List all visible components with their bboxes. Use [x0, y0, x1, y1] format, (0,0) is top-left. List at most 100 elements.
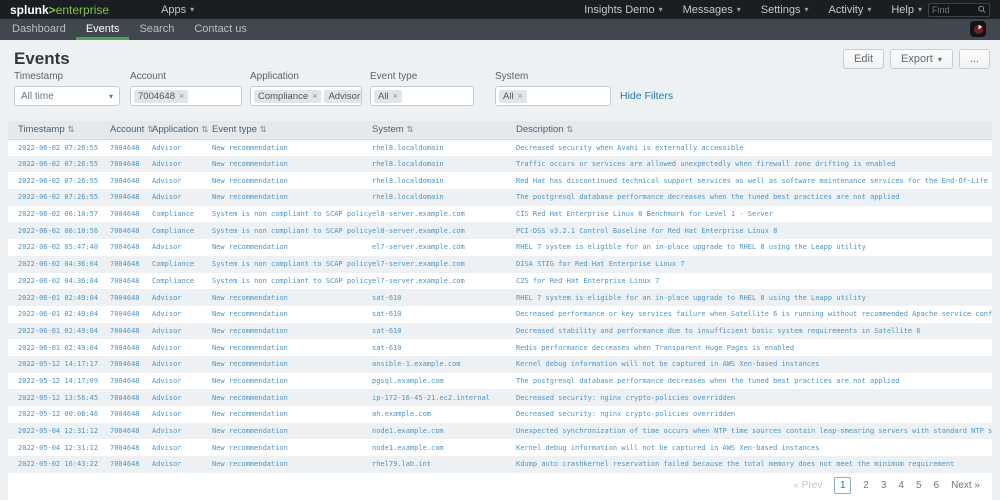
cell-account[interactable]: 7004648 — [110, 456, 152, 473]
cell-application[interactable]: Advisor — [152, 323, 212, 340]
cell-timestamp[interactable]: 2022-06-02 07:26:55 — [8, 172, 110, 189]
cell-application[interactable]: Advisor — [152, 156, 212, 173]
export-button[interactable]: Export▾ — [890, 49, 953, 69]
cell-application[interactable]: Compliance — [152, 222, 212, 239]
cell-description[interactable]: Kernel debug information will not be cap… — [516, 439, 992, 456]
cell-application[interactable]: Advisor — [152, 389, 212, 406]
pagination-next[interactable]: Next » — [951, 480, 980, 491]
cell-event-type[interactable]: New recommendation — [212, 172, 372, 189]
menu-settings[interactable]: Settings▾ — [761, 4, 809, 16]
timestamp-select[interactable]: All time ▾ — [14, 86, 120, 106]
cell-description[interactable]: C2S for Red Hat Enterprise Linux 7 — [516, 273, 992, 290]
cell-application[interactable]: Advisor — [152, 189, 212, 206]
application-input[interactable]: Compliance×Advisor× — [250, 86, 362, 106]
cell-account[interactable]: 7004648 — [110, 239, 152, 256]
pagination-page-3[interactable]: 3 — [881, 480, 887, 491]
cell-account[interactable]: 7004648 — [110, 156, 152, 173]
cell-timestamp[interactable]: 2022-06-02 07:26:55 — [8, 189, 110, 206]
cell-system[interactable]: sat-610 — [372, 289, 516, 306]
cell-timestamp[interactable]: 2022-06-01 02:49:04 — [8, 323, 110, 340]
cell-event-type[interactable]: New recommendation — [212, 156, 372, 173]
cell-application[interactable]: Compliance — [152, 256, 212, 273]
cell-account[interactable]: 7004648 — [110, 356, 152, 373]
cell-event-type[interactable]: New recommendation — [212, 356, 372, 373]
splunk-logo[interactable]: splunk>enterprise — [10, 3, 109, 17]
cell-system[interactable]: ip-172-16-45-21.ec2.internal — [372, 389, 516, 406]
column-header-description[interactable]: Description⇅ — [516, 121, 992, 139]
cell-event-type[interactable]: New recommendation — [212, 406, 372, 423]
cell-system[interactable]: el7-server.example.com — [372, 273, 516, 290]
column-header-system[interactable]: System⇅ — [372, 121, 516, 139]
column-header-event-type[interactable]: Event type⇅ — [212, 121, 372, 139]
cell-description[interactable]: The postgresql database performance decr… — [516, 373, 992, 390]
cell-system[interactable]: sat-610 — [372, 323, 516, 340]
cell-system[interactable]: node1.example.com — [372, 423, 516, 440]
cell-description[interactable]: Red Hat has discontinued technical suppo… — [516, 172, 992, 189]
cell-event-type[interactable]: New recommendation — [212, 189, 372, 206]
cell-system[interactable]: pgsql.example.com — [372, 373, 516, 390]
cell-timestamp[interactable]: 2022-06-01 02:49:04 — [8, 289, 110, 306]
cell-system[interactable]: rhel8.localdomain — [372, 139, 516, 156]
menu-messages[interactable]: Messages▾ — [683, 4, 741, 16]
filter-tag-7004648[interactable]: 7004648× — [134, 90, 188, 103]
filter-tag-compliance[interactable]: Compliance× — [254, 90, 321, 103]
cell-application[interactable]: Advisor — [152, 406, 212, 423]
cell-account[interactable]: 7004648 — [110, 206, 152, 223]
close-icon[interactable]: × — [518, 91, 523, 101]
cell-application[interactable]: Advisor — [152, 339, 212, 356]
cell-application[interactable]: Advisor — [152, 289, 212, 306]
cell-application[interactable]: Advisor — [152, 139, 212, 156]
cell-event-type[interactable]: New recommendation — [212, 339, 372, 356]
cell-application[interactable]: Advisor — [152, 423, 212, 440]
menu-help[interactable]: Help▾ — [891, 4, 922, 16]
cell-account[interactable]: 7004648 — [110, 406, 152, 423]
cell-description[interactable]: Decreased performance or key services fa… — [516, 306, 992, 323]
cell-application[interactable]: Advisor — [152, 306, 212, 323]
pagination-page-4[interactable]: 4 — [898, 480, 904, 491]
cell-system[interactable]: el7-server.example.com — [372, 256, 516, 273]
cell-account[interactable]: 7004648 — [110, 222, 152, 239]
cell-description[interactable]: DISA STIG for Red Hat Enterprise Linux 7 — [516, 256, 992, 273]
cell-description[interactable]: Unexpected synchronization of time occur… — [516, 423, 992, 440]
cell-event-type[interactable]: New recommendation — [212, 456, 372, 473]
pagination-page-5[interactable]: 5 — [916, 480, 922, 491]
menu-insights-demo[interactable]: Insights Demo▾ — [584, 4, 662, 16]
cell-account[interactable]: 7004648 — [110, 423, 152, 440]
cell-description[interactable]: Decreased security: nginx crypto-policie… — [516, 406, 992, 423]
cell-timestamp[interactable]: 2022-05-12 14:17:17 — [8, 356, 110, 373]
cell-system[interactable]: node1.example.com — [372, 439, 516, 456]
tab-events[interactable]: Events — [76, 19, 130, 40]
cell-application[interactable]: Advisor — [152, 373, 212, 390]
tab-search[interactable]: Search — [129, 19, 184, 40]
cell-description[interactable]: Traffic occurs or services are allowed u… — [516, 156, 992, 173]
cell-description[interactable]: Redis performance decreases when Transpa… — [516, 339, 992, 356]
cell-application[interactable]: Advisor — [152, 456, 212, 473]
cell-event-type[interactable]: System is non compliant to SCAP policy — [212, 222, 372, 239]
cell-account[interactable]: 7004648 — [110, 139, 152, 156]
cell-timestamp[interactable]: 2022-06-02 05:47:40 — [8, 239, 110, 256]
cell-description[interactable]: CIS Red Hat Enterprise Linux 8 Benchmark… — [516, 206, 992, 223]
cell-application[interactable]: Compliance — [152, 206, 212, 223]
cell-system[interactable]: rhel8.localdomain — [372, 189, 516, 206]
cell-system[interactable]: rhel79.lab.int — [372, 456, 516, 473]
cell-account[interactable]: 7004648 — [110, 373, 152, 390]
cell-event-type[interactable]: New recommendation — [212, 323, 372, 340]
cell-event-type[interactable]: New recommendation — [212, 423, 372, 440]
filter-tag-all[interactable]: All× — [499, 90, 527, 103]
cell-system[interactable]: sat-610 — [372, 339, 516, 356]
hide-filters-link[interactable]: Hide Filters — [620, 90, 673, 102]
cell-timestamp[interactable]: 2022-06-02 04:36:04 — [8, 273, 110, 290]
cell-event-type[interactable]: New recommendation — [212, 306, 372, 323]
cell-timestamp[interactable]: 2022-05-04 12:31:12 — [8, 423, 110, 440]
cell-event-type[interactable]: System is non compliant to SCAP policy — [212, 256, 372, 273]
close-icon[interactable]: × — [312, 91, 317, 101]
cell-timestamp[interactable]: 2022-05-12 00:08:46 — [8, 406, 110, 423]
cell-account[interactable]: 7004648 — [110, 339, 152, 356]
cell-application[interactable]: Advisor — [152, 356, 212, 373]
cell-timestamp[interactable]: 2022-06-02 07:26:55 — [8, 156, 110, 173]
cell-account[interactable]: 7004648 — [110, 189, 152, 206]
cell-description[interactable]: Decreased security when Avahi is externa… — [516, 139, 992, 156]
cell-system[interactable]: rhel8.localdomain — [372, 156, 516, 173]
cell-description[interactable]: The postgresql database performance decr… — [516, 189, 992, 206]
cell-timestamp[interactable]: 2022-06-01 02:49:04 — [8, 339, 110, 356]
